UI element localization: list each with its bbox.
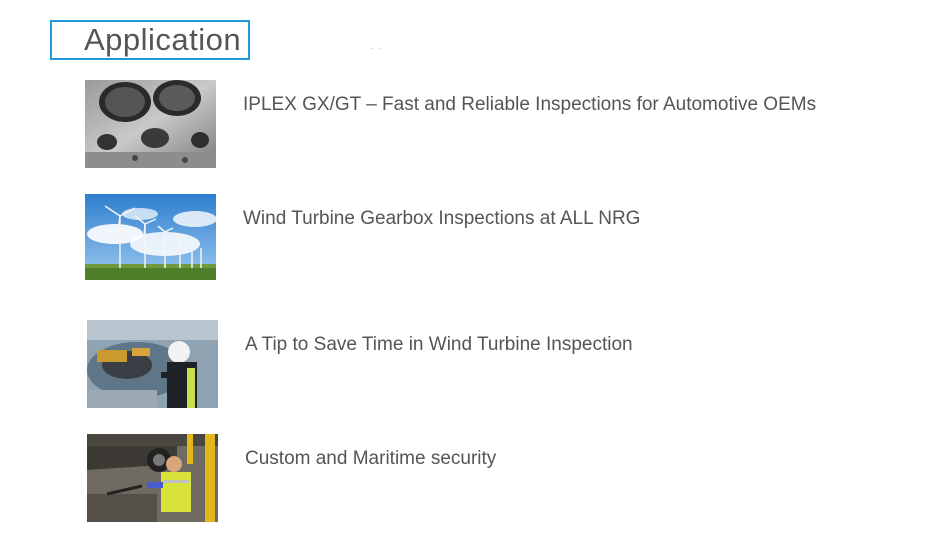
list-item-wind-gearbox: Wind Turbine Gearbox Inspections at ALL …	[85, 194, 640, 280]
section-title: Application	[50, 20, 250, 60]
section-title-text: Application	[84, 22, 242, 57]
wind-turbines-image[interactable]	[85, 194, 216, 280]
article-link-wind-gearbox[interactable]: Wind Turbine Gearbox Inspections at ALL …	[243, 208, 640, 230]
vehicle-inspection-image[interactable]	[87, 434, 218, 522]
article-link-wind-tip[interactable]: A Tip to Save Time in Wind Turbine Inspe…	[245, 334, 633, 356]
list-item-wind-tip: A Tip to Save Time in Wind Turbine Inspe…	[87, 320, 633, 408]
article-link-maritime[interactable]: Custom and Maritime security	[245, 448, 496, 470]
decorative-dots: · ·	[370, 44, 382, 53]
technician-image[interactable]	[87, 320, 218, 408]
engine-block-image[interactable]	[85, 80, 216, 168]
article-link-automotive[interactable]: IPLEX GX/GT – Fast and Reliable Inspecti…	[243, 94, 816, 116]
list-item-automotive: IPLEX GX/GT – Fast and Reliable Inspecti…	[85, 80, 816, 168]
list-item-maritime: Custom and Maritime security	[87, 434, 496, 522]
